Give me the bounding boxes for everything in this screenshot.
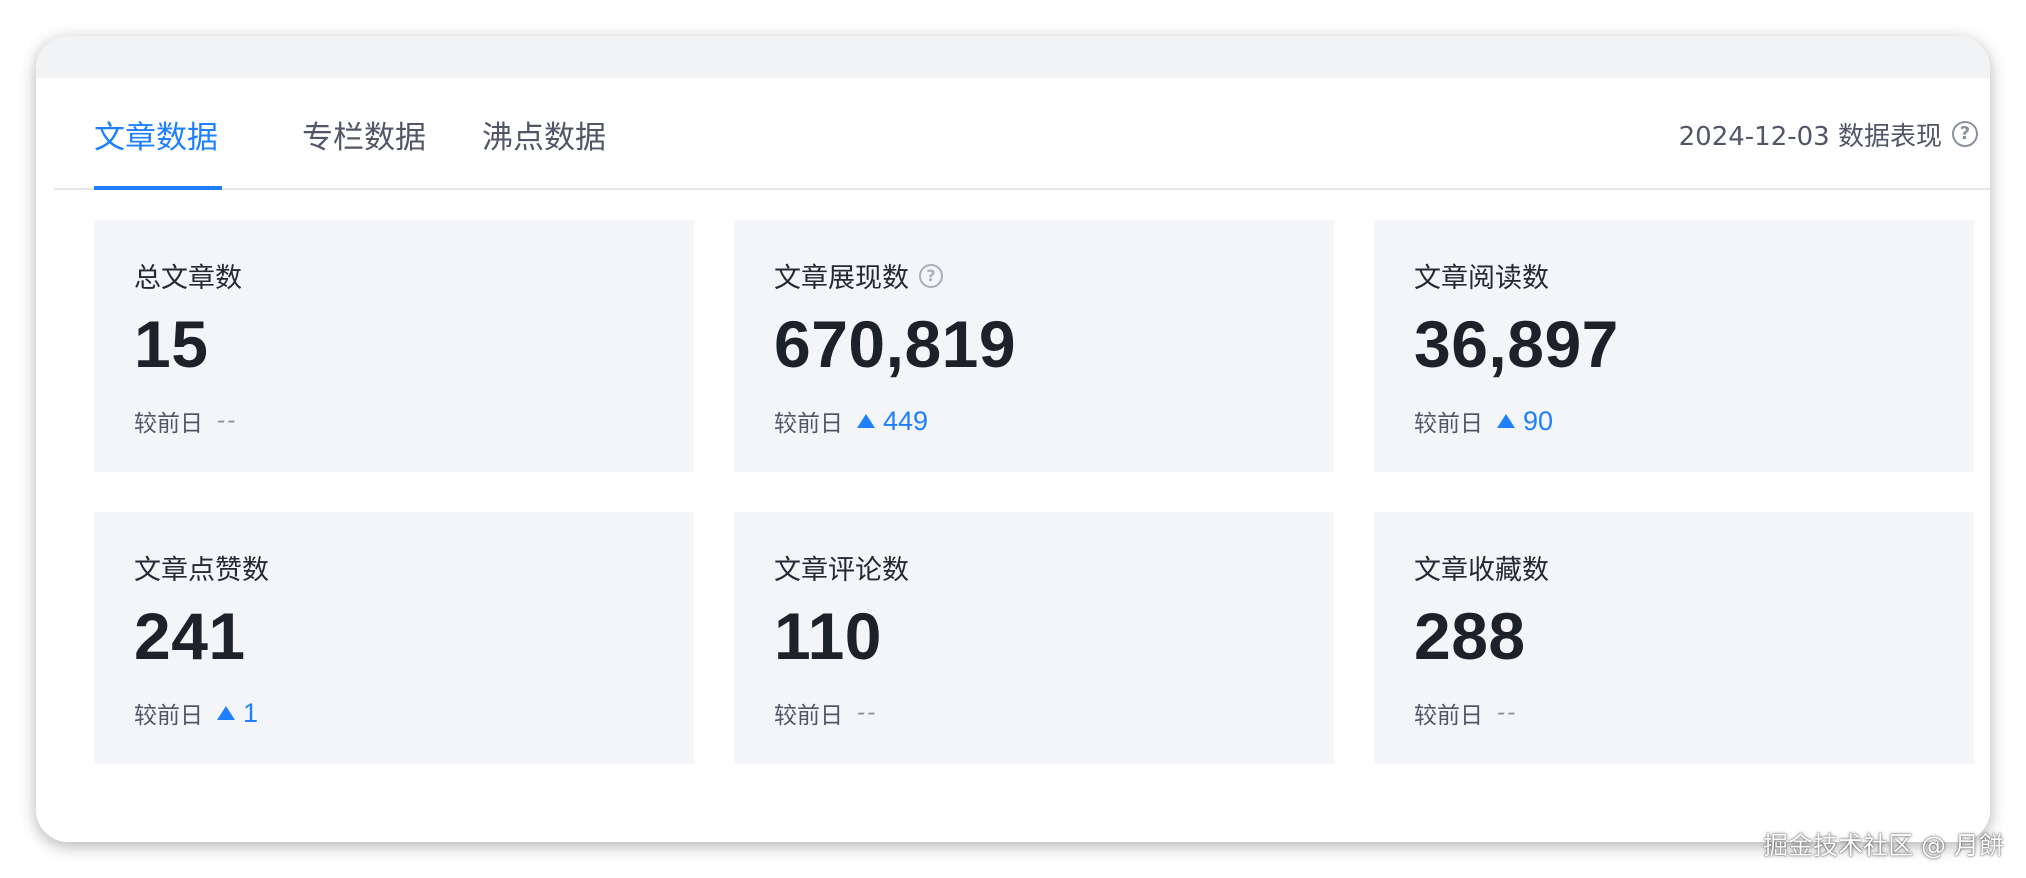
window-topbar [36,36,1990,78]
compare-label: 较前日 [134,411,203,437]
compare-value: 90 [1523,405,1554,436]
card-title: 文章阅读数 [1414,256,1549,295]
stat-card-total-articles: 总文章数 15 较前日 -- [94,220,694,472]
compare-label: 较前日 [1414,411,1483,437]
compare-up: 449 [857,406,928,437]
question-circle-icon[interactable]: ? [1952,121,1978,147]
card-title-text: 总文章数 [134,263,242,294]
card-title: 总文章数 [134,256,242,295]
watermark: 掘金技术社区 @ 月餅 [1763,831,2004,860]
compare-label: 较前日 [1414,703,1483,729]
card-compare: 较前日 90 [1414,404,1553,438]
card-title: 文章收藏数 [1414,548,1549,587]
compare-label: 较前日 [134,703,203,729]
card-value: 241 [134,599,246,673]
compare-label: 较前日 [774,411,843,437]
card-value: 110 [774,599,882,673]
triangle-up-icon [217,706,235,720]
compare-up: 90 [1497,406,1553,437]
card-value: 670,819 [774,307,1017,381]
active-tab-indicator [94,186,222,190]
card-compare: 较前日 1 [134,696,258,730]
compare-value: -- [217,408,238,434]
card-value: 288 [1414,599,1526,673]
tab-pins-data[interactable]: 沸点数据 [482,78,606,190]
date-performance: 2024-12-03 数据表现 ? [1679,78,1978,190]
date-label: 2024-12-03 数据表现 [1678,121,1942,152]
data-panel: 文章数据 专栏数据 沸点数据 2024-12-03 数据表现 ? 总文章数 15… [54,78,1990,842]
stat-card-article-likes: 文章点赞数 241 较前日 1 [94,512,694,764]
card-title: 文章点赞数 [134,548,269,587]
stat-card-article-comments: 文章评论数 110 较前日 -- [734,512,1334,764]
compare-value: 1 [243,697,259,728]
compare-up: 1 [217,698,258,729]
card-title-text: 文章点赞数 [134,555,269,586]
card-title-text: 文章阅读数 [1414,263,1549,294]
card-compare: 较前日 -- [774,696,878,730]
compare-value: -- [1497,700,1518,726]
compare-value: 449 [883,405,929,436]
card-value: 15 [134,307,209,381]
triangle-up-icon [1497,414,1515,428]
card-title-text: 文章收藏数 [1414,555,1549,586]
card-compare: 较前日 -- [134,404,238,438]
stat-card-article-favorites: 文章收藏数 288 较前日 -- [1374,512,1974,764]
card-title-text: 文章评论数 [774,555,909,586]
card-title-text: 文章展现数 [774,263,909,294]
triangle-up-icon [857,414,875,428]
window: 文章数据 专栏数据 沸点数据 2024-12-03 数据表现 ? 总文章数 15… [36,36,1990,842]
tabs-bar: 文章数据 专栏数据 沸点数据 2024-12-03 数据表现 ? [54,78,1990,190]
question-circle-icon[interactable]: ? [919,263,943,288]
tab-column-data[interactable]: 专栏数据 [302,78,426,190]
compare-label: 较前日 [774,703,843,729]
stat-card-article-reads: 文章阅读数 36,897 较前日 90 [1374,220,1974,472]
tab-article-data[interactable]: 文章数据 [94,78,218,190]
card-title: 文章展现数 ? [774,256,943,295]
card-title: 文章评论数 [774,548,909,587]
card-compare: 较前日 -- [1414,696,1518,730]
card-value: 36,897 [1414,307,1619,381]
card-compare: 较前日 449 [774,404,928,438]
compare-value: -- [857,700,878,726]
stat-card-article-impressions: 文章展现数 ? 670,819 较前日 449 [734,220,1334,472]
